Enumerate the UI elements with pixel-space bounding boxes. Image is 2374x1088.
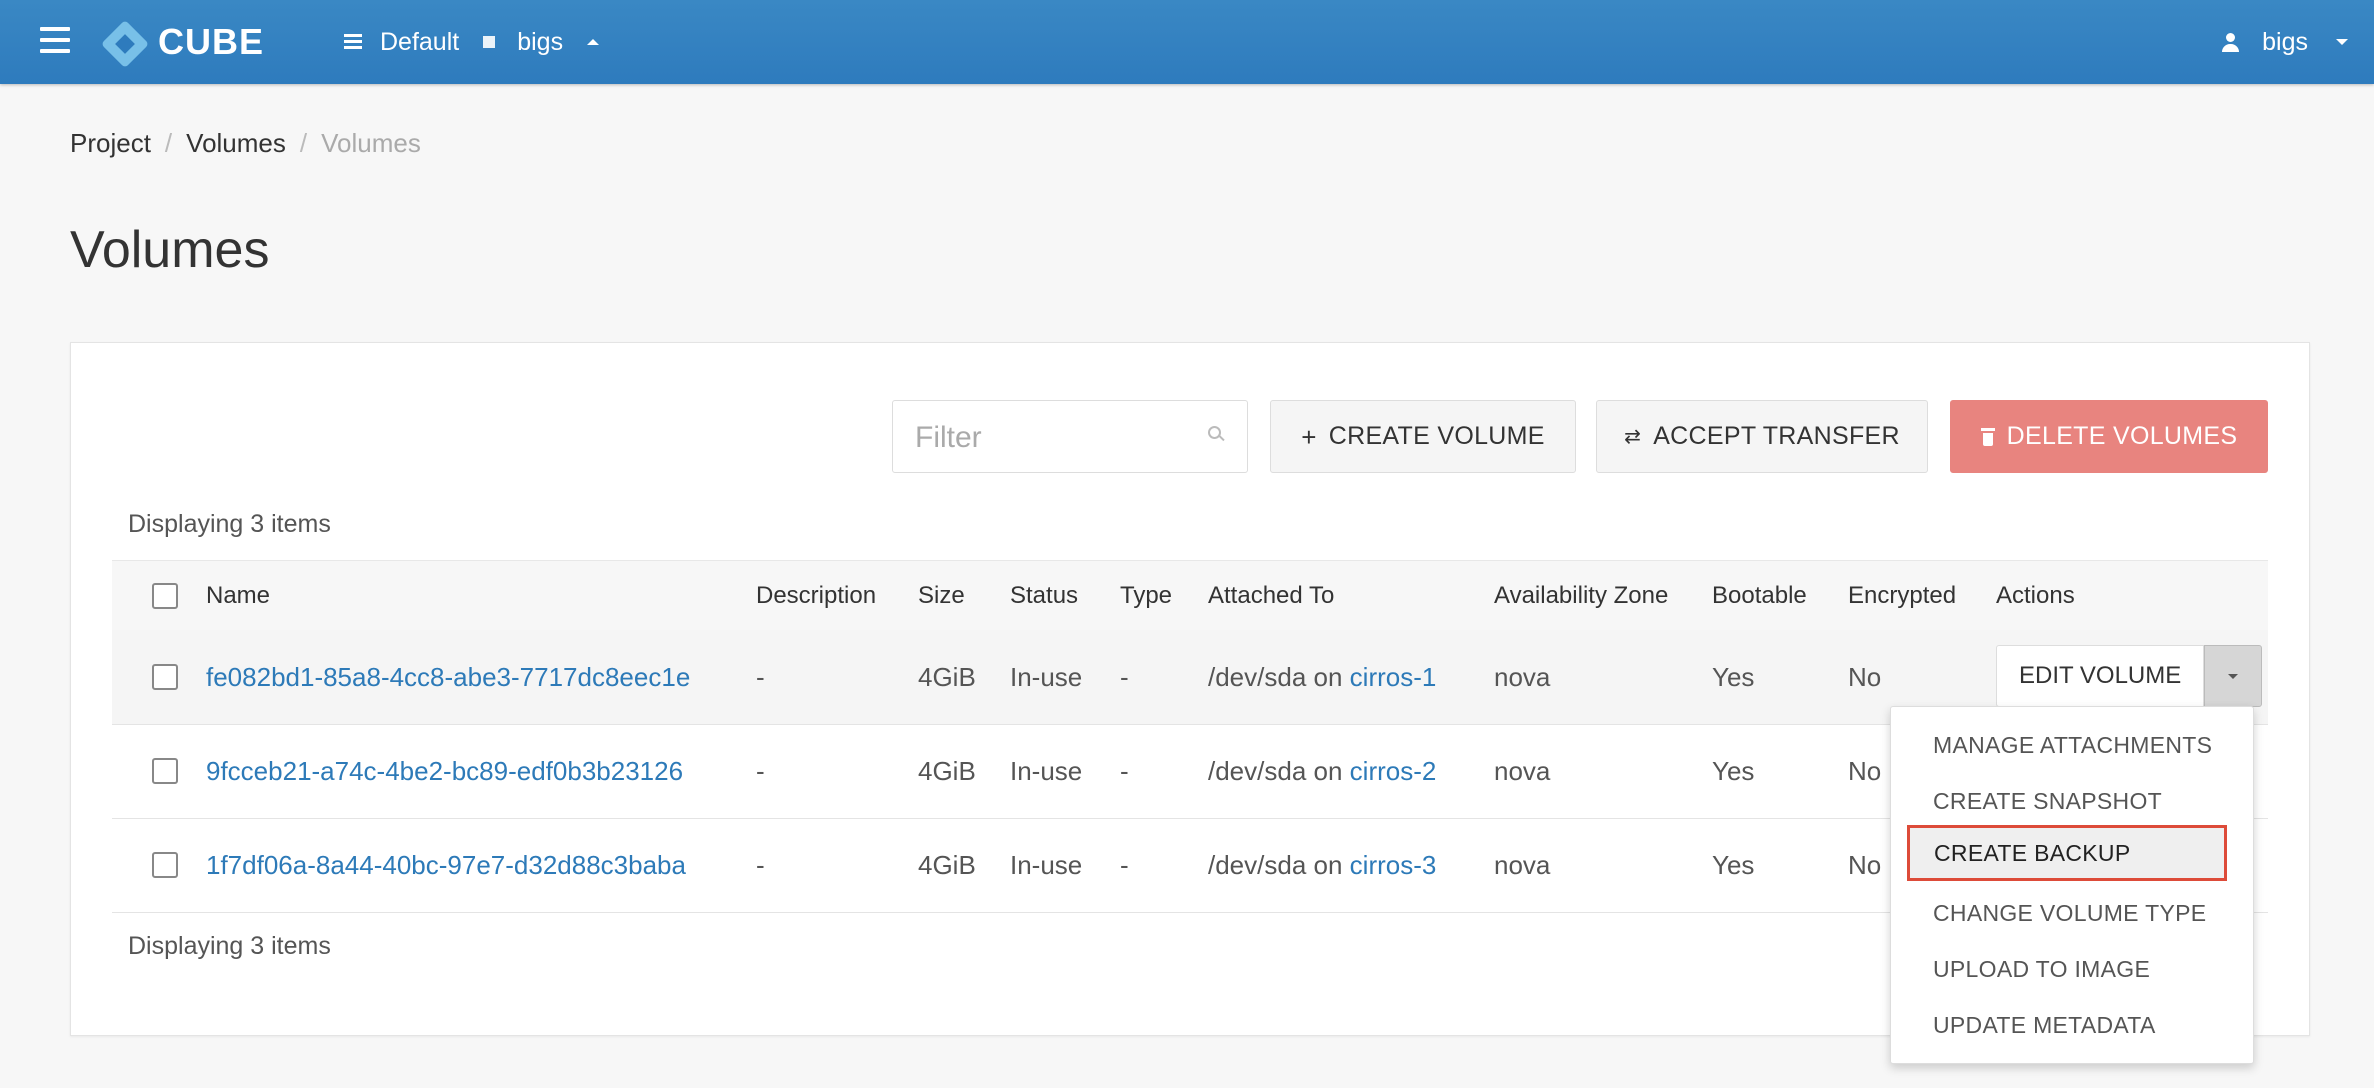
description-cell: - xyxy=(756,662,765,692)
column-header-status[interactable]: Status xyxy=(1010,561,1078,631)
select-all-checkbox[interactable] xyxy=(152,583,178,609)
breadcrumb-current: Volumes xyxy=(321,128,421,158)
volume-name-cell: 1f7df06a-8a44-40bc-97e7-d32d88c3baba xyxy=(206,818,686,912)
separator-square-icon xyxy=(483,36,496,48)
search-icon[interactable] xyxy=(1208,426,1225,442)
domain-name: Default xyxy=(380,27,460,56)
row-checkbox[interactable] xyxy=(152,664,178,690)
attached-device: /dev/sda on xyxy=(1208,850,1343,880)
caret-down-icon xyxy=(2228,673,2239,679)
instance-link[interactable]: cirros-2 xyxy=(1350,756,1437,786)
plus-icon: + xyxy=(1301,421,1317,452)
size-cell: 4GiB xyxy=(918,662,976,692)
transfer-icon: ⇄ xyxy=(1624,425,1642,448)
breadcrumb-separator: / xyxy=(299,128,308,158)
edit-volume-button[interactable]: EDIT VOLUME xyxy=(1996,645,2205,707)
column-header-encrypted[interactable]: Encrypted xyxy=(1848,561,1956,631)
menu-item-upload-to-image[interactable]: UPLOAD TO IMAGE xyxy=(1891,941,2253,997)
availability-zone-cell: nova xyxy=(1494,756,1551,786)
delete-volumes-button[interactable]: DELETE VOLUMES xyxy=(1950,400,2268,473)
project-selector[interactable]: Default bigs xyxy=(344,22,600,62)
create-volume-label: CREATE VOLUME xyxy=(1328,422,1545,450)
menu-icon[interactable] xyxy=(40,27,70,57)
volume-name-link[interactable]: fe082bd1-85a8-4cc8-abe3-7717dc8eec1e xyxy=(206,662,690,692)
volume-name-link[interactable]: 9fcceb21-a74c-4be2-bc89-edf0b3b23126 xyxy=(206,756,683,786)
status-cell: In-use xyxy=(1010,756,1083,786)
caret-down-icon xyxy=(2336,39,2348,45)
menu-item-change-volume-type[interactable]: CHANGE VOLUME TYPE xyxy=(1891,885,2253,941)
filter-box xyxy=(892,400,1248,474)
attached-to-cell: /dev/sda on cirros-3 xyxy=(1208,818,1436,912)
attached-to-cell: /dev/sda on cirros-1 xyxy=(1208,630,1436,724)
actions-dropdown-menu: MANAGE ATTACHMENTS CREATE SNAPSHOT CREAT… xyxy=(1890,706,2254,1064)
type-cell: - xyxy=(1120,850,1129,880)
cube-logo-icon xyxy=(100,19,150,69)
column-header-bootable[interactable]: Bootable xyxy=(1712,561,1807,631)
delete-volumes-label: DELETE VOLUMES xyxy=(2006,422,2238,450)
user-icon xyxy=(2220,32,2240,52)
user-menu[interactable]: bigs xyxy=(2220,22,2348,62)
accept-transfer-label: ACCEPT TRANSFER xyxy=(1653,422,1900,450)
menu-item-create-backup[interactable]: CREATE BACKUP xyxy=(1907,825,2227,881)
table-header: Name Description Size Status Type Attach… xyxy=(112,560,2268,632)
breadcrumb-volumes[interactable]: Volumes xyxy=(186,128,286,159)
bootable-cell: Yes xyxy=(1712,662,1755,692)
column-header-size[interactable]: Size xyxy=(918,561,965,631)
status-cell: In-use xyxy=(1010,850,1083,880)
item-count-bottom: Displaying 3 items xyxy=(128,932,331,960)
brand-name: CUBE xyxy=(158,21,265,62)
size-cell: 4GiB xyxy=(918,850,976,880)
menu-item-create-snapshot[interactable]: CREATE SNAPSHOT xyxy=(1891,773,2253,829)
availability-zone-cell: nova xyxy=(1494,850,1551,880)
size-cell: 4GiB xyxy=(918,756,976,786)
volume-name-cell: fe082bd1-85a8-4cc8-abe3-7717dc8eec1e xyxy=(206,630,690,724)
menu-item-update-metadata[interactable]: UPDATE METADATA xyxy=(1891,997,2253,1053)
create-volume-button[interactable]: + CREATE VOLUME xyxy=(1270,400,1576,473)
description-cell: - xyxy=(756,850,765,880)
attached-device: /dev/sda on xyxy=(1208,756,1343,786)
menu-item-manage-attachments[interactable]: MANAGE ATTACHMENTS xyxy=(1891,717,2253,773)
user-name: bigs xyxy=(2262,27,2308,56)
trash-icon xyxy=(1980,427,1995,446)
project-name: bigs xyxy=(517,27,564,56)
type-cell: - xyxy=(1120,756,1129,786)
status-cell: In-use xyxy=(1010,662,1083,692)
row-actions: EDIT VOLUME xyxy=(1996,645,2263,707)
actions-dropdown-toggle[interactable] xyxy=(2204,645,2263,707)
instance-link[interactable]: cirros-1 xyxy=(1350,662,1437,692)
instance-link[interactable]: cirros-3 xyxy=(1350,850,1437,880)
breadcrumb-project[interactable]: Project xyxy=(70,128,151,159)
breadcrumb-separator: / xyxy=(164,128,173,158)
column-header-type[interactable]: Type xyxy=(1120,561,1172,631)
type-cell: - xyxy=(1120,662,1129,692)
caret-up-icon xyxy=(587,39,600,45)
bootable-cell: Yes xyxy=(1712,756,1755,786)
filter-input[interactable] xyxy=(913,401,1197,474)
encrypted-cell: No xyxy=(1848,662,1882,692)
volume-name-cell: 9fcceb21-a74c-4be2-bc89-edf0b3b23126 xyxy=(206,724,683,818)
list-icon xyxy=(344,34,362,50)
bootable-cell: Yes xyxy=(1712,850,1755,880)
column-header-attached-to[interactable]: Attached To xyxy=(1208,561,1334,631)
column-header-availability-zone[interactable]: Availability Zone xyxy=(1494,561,1668,631)
availability-zone-cell: nova xyxy=(1494,662,1551,692)
encrypted-cell: No xyxy=(1848,756,1882,786)
column-header-description[interactable]: Description xyxy=(756,561,876,631)
accept-transfer-button[interactable]: ⇄ ACCEPT TRANSFER xyxy=(1596,400,1928,473)
row-checkbox[interactable] xyxy=(152,852,178,878)
column-header-actions: Actions xyxy=(1996,582,2075,609)
description-cell: - xyxy=(756,756,765,786)
volume-name-link[interactable]: 1f7df06a-8a44-40bc-97e7-d32d88c3baba xyxy=(206,850,686,880)
top-navbar: CUBE Default bigs bigs xyxy=(0,0,2374,84)
breadcrumb: Project / Volumes / Volumes xyxy=(70,128,421,159)
item-count-top: Displaying 3 items xyxy=(128,510,331,538)
page-title: Volumes xyxy=(70,221,270,279)
encrypted-cell: No xyxy=(1848,850,1882,880)
attached-device: /dev/sda on xyxy=(1208,662,1343,692)
column-header-name[interactable]: Name xyxy=(206,561,270,631)
row-checkbox[interactable] xyxy=(152,758,178,784)
attached-to-cell: /dev/sda on cirros-2 xyxy=(1208,724,1436,818)
brand-logo[interactable]: CUBE xyxy=(100,15,265,69)
